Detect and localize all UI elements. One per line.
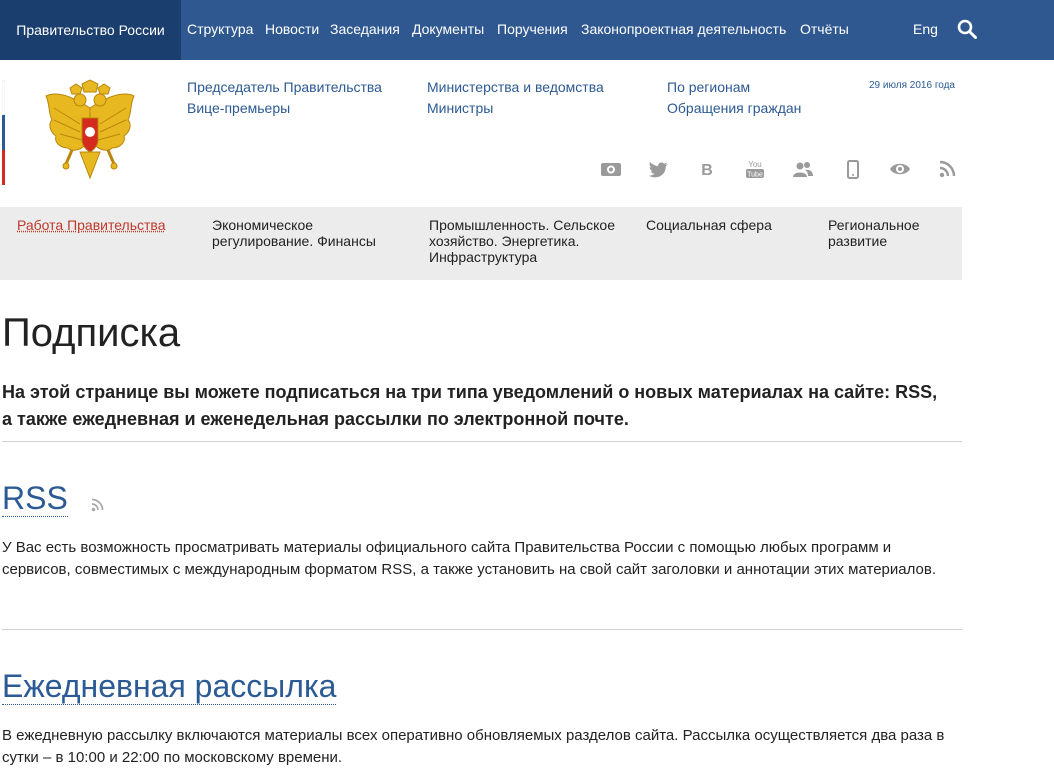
rss-icon[interactable]	[937, 159, 959, 179]
page-title: Подписка	[2, 311, 180, 356]
link-regions[interactable]: По регионам	[667, 79, 750, 95]
youtube-icon[interactable]: You Tube	[744, 159, 766, 179]
video-icon[interactable]	[600, 159, 622, 179]
rss-description: У Вас есть возможность просматривать мат…	[2, 537, 960, 581]
search-icon[interactable]	[957, 19, 977, 39]
coat-of-arms-logo[interactable]	[40, 78, 140, 184]
nav-meetings[interactable]: Заседания	[330, 21, 400, 37]
link-ministries[interactable]: Министерства и ведомства	[427, 79, 604, 95]
svg-text:B: B	[701, 162, 713, 179]
link-chairman[interactable]: Председатель Правительства	[187, 79, 382, 95]
daily-newsletter-heading[interactable]: Ежедневная рассылка	[2, 668, 336, 705]
link-appeals[interactable]: Обращения граждан	[667, 100, 801, 116]
daily-newsletter-description: В ежедневную рассылку включаются материа…	[2, 725, 960, 769]
eye-icon[interactable]	[889, 159, 911, 179]
top-navigation-bar: Правительство России Структура Новости З…	[0, 0, 1054, 60]
nav-orders[interactable]: Поручения	[497, 21, 568, 37]
section-gov-work[interactable]: Работа Правительства	[17, 217, 187, 233]
section-industry[interactable]: Промышленность. Сельское хозяйство. Энер…	[429, 217, 629, 265]
current-date: 29 июля 2016 года	[869, 80, 955, 91]
section-economy[interactable]: Экономическое регулирование. Финансы	[212, 217, 397, 249]
nav-news[interactable]: Новости	[265, 21, 319, 37]
flag-stripe	[2, 80, 5, 185]
twitter-icon[interactable]	[648, 159, 670, 179]
nav-lawmaking[interactable]: Законопроектная деятельность	[581, 21, 786, 37]
divider	[2, 441, 962, 442]
sections-bar: Работа Правительства Экономическое регул…	[0, 207, 962, 280]
section-social[interactable]: Социальная сфера	[646, 217, 806, 233]
language-switch[interactable]: Eng	[913, 21, 938, 37]
link-vice-premiers[interactable]: Вице-премьеры	[187, 100, 290, 116]
brand-link[interactable]: Правительство России	[0, 0, 181, 60]
section-regional[interactable]: Региональное развитие	[828, 217, 938, 249]
vk-icon[interactable]: B	[696, 159, 718, 179]
nav-reports[interactable]: Отчёты	[800, 21, 849, 37]
rss-icon[interactable]	[90, 497, 106, 513]
svg-text:Tube: Tube	[747, 172, 763, 179]
rss-heading[interactable]: RSS	[2, 480, 68, 517]
people-icon[interactable]	[792, 159, 814, 179]
link-ministers[interactable]: Министры	[427, 100, 493, 116]
nav-structure[interactable]: Структура	[187, 21, 253, 37]
nav-documents[interactable]: Документы	[412, 21, 484, 37]
svg-text:You: You	[748, 160, 762, 169]
divider	[2, 629, 962, 630]
lead-paragraph: На этой странице вы можете подписаться н…	[2, 379, 952, 433]
mobile-icon[interactable]	[842, 159, 864, 179]
